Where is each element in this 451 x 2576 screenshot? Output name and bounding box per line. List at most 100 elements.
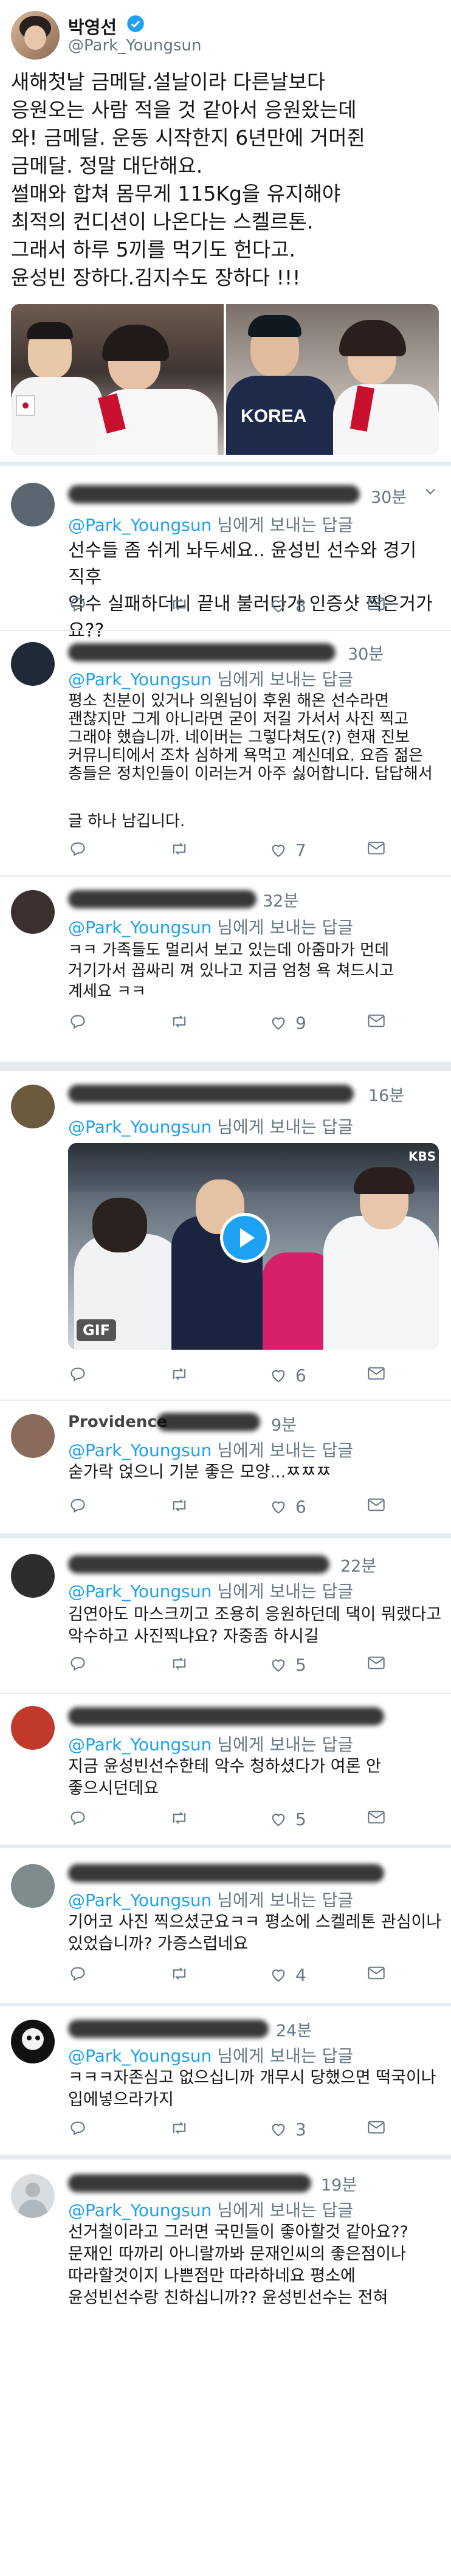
mention-link[interactable]: @Park_Youngsun bbox=[68, 669, 212, 689]
mention-link[interactable]: @Park_Youngsun bbox=[68, 1735, 212, 1755]
mail-icon[interactable] bbox=[367, 1655, 385, 1671]
mention-link[interactable]: @Park_Youngsun bbox=[68, 2200, 212, 2220]
reply-card[interactable]: 30분 @Park_Youngsun 님에게 보내는 답글 선수들 좀 쉬게 놔… bbox=[0, 466, 451, 812]
reply-avatar[interactable] bbox=[11, 890, 55, 934]
retweet-icon[interactable] bbox=[170, 840, 189, 857]
replying-to: @Park_Youngsun 님에게 보내는 답글 bbox=[68, 1887, 353, 1911]
verified-icon bbox=[126, 15, 145, 33]
mention-link[interactable]: @Park_Youngsun bbox=[68, 1117, 212, 1137]
reply-avatar[interactable] bbox=[11, 2174, 55, 2218]
like-button[interactable]: 8 bbox=[270, 596, 306, 616]
reply-card[interactable]: 24분 @Park_Youngsun 님에게 보내는 답글 ㅋㅋㅋ자존심고 없으… bbox=[0, 2006, 451, 2155]
reply-author-name[interactable]: Providence bbox=[68, 1413, 167, 1431]
reply-avatar[interactable] bbox=[11, 1414, 55, 1458]
retweet-icon[interactable] bbox=[170, 2119, 189, 2136]
reply-card[interactable]: @Park_Youngsun 님에게 보내는 답글 기어코 사진 찍으셨군요ㅋㅋ… bbox=[0, 1848, 451, 2003]
author-avatar[interactable] bbox=[11, 11, 60, 60]
reply-actions: 5 bbox=[69, 1809, 440, 1836]
reply-icon[interactable] bbox=[69, 840, 86, 857]
mail-icon[interactable] bbox=[367, 1965, 385, 1981]
redacted-name bbox=[68, 1085, 354, 1103]
author-handle[interactable]: @Park_Youngsun bbox=[68, 36, 202, 55]
reply-avatar[interactable] bbox=[11, 1864, 55, 1908]
reply-icon[interactable] bbox=[69, 1497, 86, 1514]
reply-avatar[interactable] bbox=[11, 483, 55, 527]
like-button[interactable]: 6 bbox=[270, 1497, 306, 1517]
mention-link[interactable]: @Park_Youngsun bbox=[68, 515, 212, 535]
mail-icon[interactable] bbox=[367, 596, 385, 612]
mail-icon[interactable] bbox=[367, 2119, 385, 2135]
mail-icon[interactable] bbox=[367, 1497, 385, 1513]
tweet-photos[interactable]: KOREA bbox=[11, 304, 439, 455]
mail-icon[interactable] bbox=[367, 840, 385, 856]
reply-card[interactable]: 22분 @Park_Youngsun 님에게 보내는 답글 김연아도 마스크끼고… bbox=[0, 1538, 451, 1845]
reply-icon[interactable] bbox=[69, 1655, 86, 1672]
like-count: 8 bbox=[295, 596, 306, 616]
like-count: 7 bbox=[295, 840, 306, 860]
author-name[interactable]: 박영선 bbox=[68, 13, 117, 39]
mail-icon[interactable] bbox=[367, 1366, 385, 1381]
redacted-name bbox=[68, 1864, 384, 1882]
reply-card[interactable]: 19분 @Park_Youngsun 님에게 보내는 답글 선거철이라고 그러면… bbox=[0, 2160, 451, 2576]
like-button[interactable]: 3 bbox=[270, 2119, 306, 2139]
like-button[interactable]: 6 bbox=[270, 1366, 306, 1386]
like-button[interactable]: 5 bbox=[270, 1809, 306, 1829]
replying-to: @Park_Youngsun 님에게 보내는 답글 bbox=[68, 1578, 353, 1603]
reply-time[interactable]: 30분 bbox=[348, 641, 384, 665]
tweet-line: 금메달. 정말 대단해요. bbox=[11, 154, 203, 178]
like-button[interactable]: 4 bbox=[270, 1965, 306, 1985]
reply-card[interactable]: 16분 @Park_Youngsun 님에게 보내는 답글 KBS GIF 6 bbox=[0, 1071, 451, 1533]
mail-icon[interactable] bbox=[367, 1013, 385, 1029]
reply-line: 숟가락 얹으니 기분 좋은 모양...ㅉㅉㅉ bbox=[68, 1463, 331, 1482]
reply-time[interactable]: 19분 bbox=[321, 2172, 357, 2195]
retweet-icon[interactable] bbox=[170, 1366, 189, 1383]
like-icon bbox=[272, 600, 285, 613]
chevron-down-icon[interactable] bbox=[423, 484, 440, 501]
reply-time[interactable]: 16분 bbox=[368, 1082, 404, 1106]
like-button[interactable]: 7 bbox=[270, 840, 306, 860]
reply-time[interactable]: 32분 bbox=[263, 888, 298, 911]
retweet-icon[interactable] bbox=[170, 1013, 189, 1030]
retweet-icon[interactable] bbox=[170, 596, 189, 613]
photo-right[interactable]: KOREA bbox=[226, 304, 439, 455]
reply-time[interactable]: 30분 bbox=[371, 484, 407, 508]
redacted-name bbox=[68, 890, 256, 908]
retweet-icon[interactable] bbox=[170, 1965, 189, 1982]
like-button[interactable]: 5 bbox=[270, 1655, 306, 1675]
redacted-name bbox=[157, 1413, 260, 1431]
mention-link[interactable]: @Park_Youngsun bbox=[68, 1890, 212, 1910]
reply-avatar[interactable] bbox=[11, 642, 55, 686]
mention-link[interactable]: @Park_Youngsun bbox=[68, 1581, 212, 1601]
retweet-icon[interactable] bbox=[170, 1809, 189, 1826]
like-icon bbox=[272, 1370, 285, 1383]
reply-avatar[interactable] bbox=[11, 1085, 55, 1128]
reply-icon[interactable] bbox=[69, 1965, 86, 1982]
jacket-text: KOREA bbox=[241, 406, 307, 426]
reply-time[interactable]: 24분 bbox=[276, 2017, 312, 2041]
like-button[interactable]: 9 bbox=[270, 1013, 306, 1033]
reply-time[interactable]: 9분 bbox=[271, 1412, 297, 1435]
reply-avatar[interactable] bbox=[11, 1706, 55, 1750]
photo-left[interactable] bbox=[11, 304, 224, 455]
video-player[interactable]: KBS GIF bbox=[68, 1143, 439, 1350]
reply-line: 선수들 좀 쉬게 놔두세요.. 윤성빈 선수와 경기 직후 bbox=[68, 540, 417, 588]
reply-line: 김연아도 마스크끼고 조용히 응원하던데 댁이 뭐랬다고 bbox=[68, 1605, 442, 1624]
reply-avatar[interactable] bbox=[11, 2020, 55, 2063]
retweet-icon[interactable] bbox=[170, 1497, 189, 1514]
reply-icon[interactable] bbox=[69, 2119, 86, 2136]
mention-link[interactable]: @Park_Youngsun bbox=[68, 2046, 212, 2066]
reply-time[interactable]: 22분 bbox=[340, 1553, 376, 1576]
reply-icon[interactable] bbox=[69, 1366, 86, 1383]
reply-card[interactable]: 글 하나 남깁니다. 7 32분 @Park_Youngsun 님에게 보내는 … bbox=[0, 812, 451, 1062]
mention-link[interactable]: @Park_Youngsun bbox=[68, 917, 212, 938]
mail-icon[interactable] bbox=[367, 1809, 385, 1825]
retweet-icon[interactable] bbox=[170, 1655, 189, 1672]
replying-suffix: 님에게 보내는 답글 bbox=[217, 917, 354, 938]
reply-icon[interactable] bbox=[69, 1809, 86, 1826]
mention-link[interactable]: @Park_Youngsun bbox=[68, 1440, 212, 1460]
reply-icon[interactable] bbox=[69, 1013, 86, 1030]
reply-icon[interactable] bbox=[69, 596, 86, 613]
play-icon[interactable] bbox=[220, 1213, 270, 1263]
reply-avatar[interactable] bbox=[11, 1554, 55, 1598]
replying-suffix: 님에게 보내는 답글 bbox=[217, 1581, 354, 1601]
